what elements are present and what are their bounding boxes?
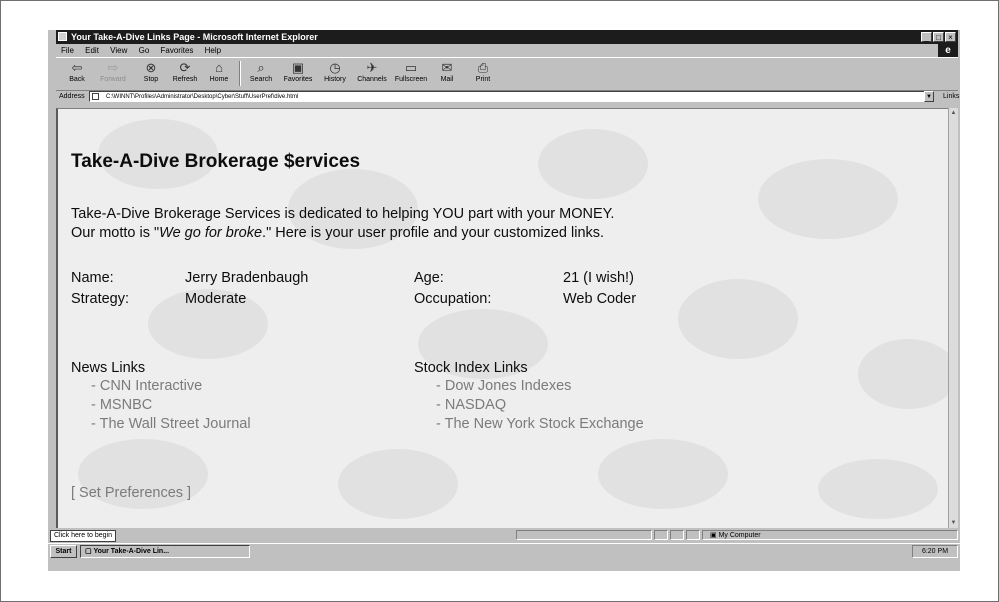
status-panel-small: [686, 530, 700, 540]
window-title: Your Take-A-Dive Links Page - Microsoft …: [71, 32, 318, 42]
stock-link-nyse[interactable]: - The New York Stock Exchange: [436, 415, 644, 434]
security-zone: ▣ My Computer: [710, 532, 761, 539]
stock-links-heading: Stock Index Links: [414, 360, 528, 376]
status-bar: Click here to begin ▣ My Computer: [48, 529, 960, 542]
windows-taskbar: Start ▢ Your Take-A-Dive Lin... 6:20 PM: [48, 543, 960, 560]
home-icon: ⌂: [215, 60, 223, 75]
status-panel: [516, 530, 652, 540]
intro-line-2: Our motto is "We go for broke." Here is …: [71, 225, 605, 241]
favorites-icon: ▣: [291, 60, 305, 75]
close-button[interactable]: ×: [945, 32, 956, 42]
back-button[interactable]: ⇦ Back: [60, 60, 94, 83]
news-link-wsj[interactable]: - The Wall Street Journal: [91, 415, 251, 434]
menu-favorites[interactable]: Favorites: [161, 46, 194, 55]
motto-text: We go for broke: [159, 225, 263, 241]
channels-button[interactable]: ✈ Channels: [355, 60, 389, 83]
ie-throbber-logo: e: [938, 44, 958, 57]
desktop-screen: Your Take-A-Dive Links Page - Microsoft …: [48, 30, 960, 571]
channels-icon: ✈: [366, 60, 378, 75]
standard-toolbar: ⇦ Back ⇨ Forward ⊗ Stop ⟳ Refresh ⌂ Home…: [56, 57, 958, 91]
news-link-msnbc[interactable]: - MSNBC: [91, 396, 152, 415]
news-link-cnn[interactable]: - CNN Interactive: [91, 377, 202, 396]
news-links-heading: News Links: [71, 360, 146, 376]
fullscreen-button[interactable]: ▭ Fullscreen: [394, 60, 428, 83]
status-text: Click here to begin: [50, 530, 116, 542]
fullscreen-icon: ▭: [404, 60, 418, 75]
age-value: 21 (I wish!): [563, 270, 634, 286]
stop-icon: ⊗: [145, 60, 157, 75]
scroll-up-icon[interactable]: ▲: [949, 108, 958, 118]
search-icon: ⌕: [257, 60, 265, 75]
refresh-button[interactable]: ⟳ Refresh: [168, 60, 202, 83]
menu-file[interactable]: File: [61, 46, 74, 55]
menu-edit[interactable]: Edit: [85, 46, 99, 55]
status-panel-small: [654, 530, 668, 540]
intro-line-1: Take-A-Dive Brokerage Services is dedica…: [71, 206, 615, 222]
window-title-bar[interactable]: Your Take-A-Dive Links Page - Microsoft …: [56, 30, 958, 44]
mail-icon: ✉: [441, 60, 453, 75]
start-button[interactable]: Start: [50, 545, 77, 558]
window-controls: _ □ ×: [921, 32, 956, 42]
favorites-button[interactable]: ▣ Favorites: [281, 60, 315, 83]
scroll-down-icon[interactable]: ▼: [949, 518, 958, 528]
menu-view[interactable]: View: [110, 46, 127, 55]
taskbar-clock: 6:20 PM: [912, 545, 958, 558]
status-panel-small: [670, 530, 684, 540]
intro-text: Take-A-Dive Brokerage Services is dedica…: [71, 205, 614, 243]
address-bar: Address C:\WINNT\Profiles\Administrator\…: [56, 90, 959, 104]
menu-go[interactable]: Go: [139, 46, 150, 55]
forward-button[interactable]: ⇨ Forward: [96, 60, 130, 83]
mail-button[interactable]: ✉ Mail: [430, 60, 464, 83]
toolbar-separator: [239, 61, 241, 86]
maximize-button[interactable]: □: [933, 32, 944, 42]
stop-button[interactable]: ⊗ Stop: [134, 60, 168, 83]
age-label: Age:: [414, 270, 444, 286]
links-button[interactable]: Links: [943, 90, 959, 104]
stock-link-nasdaq[interactable]: - NASDAQ: [436, 396, 506, 415]
print-icon: ⎙: [477, 60, 489, 75]
ie-app-icon[interactable]: [58, 32, 67, 41]
back-arrow-icon: ⇦: [71, 60, 83, 75]
history-button[interactable]: ◷ History: [318, 60, 352, 83]
print-button[interactable]: ⎙ Print: [466, 60, 500, 83]
vertical-scrollbar[interactable]: ▲ ▼: [948, 108, 958, 528]
minimize-button[interactable]: _: [921, 32, 932, 42]
strategy-value: Moderate: [185, 291, 247, 307]
page-content: Take-A-Dive Brokerage $ervices Take-A-Di…: [56, 108, 948, 528]
stock-link-dow-jones[interactable]: - Dow Jones Indexes: [436, 377, 571, 396]
page-icon: [92, 93, 99, 100]
address-dropdown-button[interactable]: ▼: [924, 91, 934, 102]
menu-help[interactable]: Help: [205, 46, 221, 55]
name-value: Jerry Bradenbaugh: [185, 270, 309, 286]
search-button[interactable]: ⌕ Search: [244, 60, 278, 83]
occupation-label: Occupation:: [414, 291, 492, 307]
history-icon: ◷: [329, 60, 341, 75]
refresh-icon: ⟳: [179, 60, 191, 75]
taskbar-ie-button[interactable]: ▢ Your Take-A-Dive Lin...: [80, 545, 250, 558]
occupation-value: Web Coder: [563, 291, 637, 307]
menu-bar: File Edit View Go Favorites Help: [56, 44, 958, 57]
address-input[interactable]: C:\WINNT\Profiles\Administrator\Desktop\…: [89, 91, 927, 102]
page-title: Take-A-Dive Brokerage $ervices: [71, 151, 361, 172]
address-label: Address: [59, 93, 85, 100]
forward-arrow-icon: ⇨: [107, 60, 119, 75]
name-label: Name:: [71, 270, 114, 286]
home-button[interactable]: ⌂ Home: [202, 60, 236, 83]
strategy-label: Strategy:: [71, 291, 130, 307]
set-preferences-link[interactable]: [ Set Preferences ]: [71, 484, 191, 503]
